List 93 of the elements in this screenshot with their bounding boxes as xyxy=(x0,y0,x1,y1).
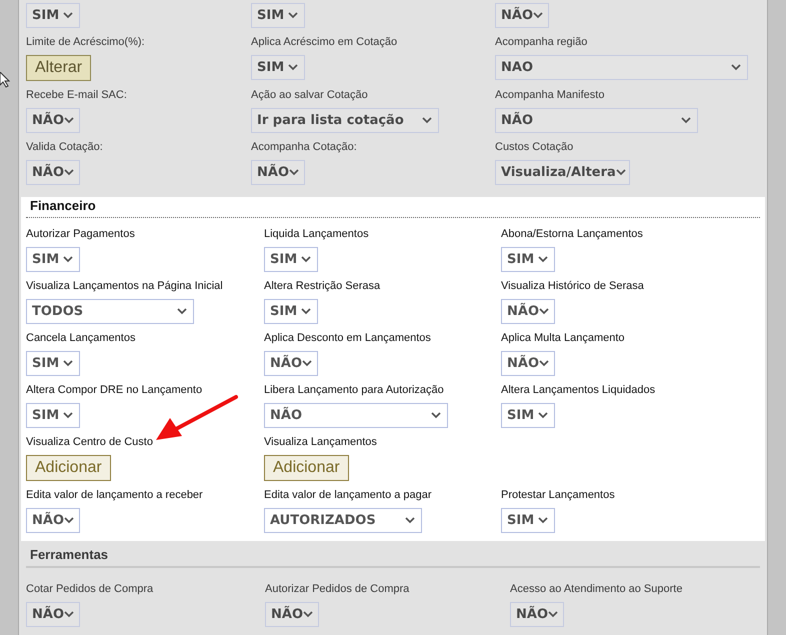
field-label: Aplica Desconto em Lançamentos xyxy=(264,331,431,346)
field-label: Autorizar Pedidos de Compra xyxy=(265,582,410,597)
dropdown[interactable]: SIM xyxy=(26,403,80,428)
field-label: Acesso ao Atendimento ao Suporte xyxy=(510,582,682,597)
field-label: Aplica Multa Lançamento xyxy=(501,331,625,346)
dropdown[interactable]: NÃO xyxy=(501,351,555,376)
chevron-icon xyxy=(289,169,299,176)
dropdown[interactable]: SIM xyxy=(501,403,555,428)
chevron-icon xyxy=(301,308,311,315)
field-label: Liquida Lançamentos xyxy=(264,227,369,242)
chevron-icon xyxy=(177,308,187,315)
chevron-icon xyxy=(431,412,441,419)
field-label: Limite de Acréscimo(%): xyxy=(26,35,145,50)
field-label: Cancela Lançamentos xyxy=(26,331,136,346)
field-label: Visualiza Histórico de Serasa xyxy=(501,279,644,294)
dropdown[interactable]: NÃO xyxy=(510,602,564,627)
chevron-icon xyxy=(63,412,73,419)
dropdown[interactable]: SIM xyxy=(251,55,305,80)
dropdown[interactable]: NÃO xyxy=(26,108,80,133)
field-label: Cotar Pedidos de Compra xyxy=(26,582,154,597)
dropdown[interactable]: SIM xyxy=(251,3,305,28)
dropdown[interactable]: SIM xyxy=(264,247,318,272)
field-label: Edita valor de lançamento a pagar xyxy=(264,488,432,503)
dropdown[interactable]: NÃO xyxy=(501,299,555,324)
field-label: Abona/Estorna Lançamentos xyxy=(501,227,643,242)
field-label: Altera Compor DRE no Lançamento xyxy=(26,383,202,398)
section-title: Financeiro xyxy=(26,198,760,218)
field-label: Edita valor de lançamento a receber xyxy=(26,488,203,503)
chevron-icon xyxy=(422,117,432,124)
dropdown[interactable]: SIM xyxy=(26,351,80,376)
chevron-icon xyxy=(302,360,312,367)
dropdown[interactable]: Visualiza/Altera xyxy=(495,160,630,185)
field-label: Recebe E-mail SAC: xyxy=(26,88,127,103)
chevron-icon xyxy=(63,256,73,263)
dropdown[interactable]: TODOS xyxy=(26,299,194,324)
add-button[interactable]: Adicionar xyxy=(26,455,111,481)
chevron-icon xyxy=(681,117,691,124)
dropdown[interactable]: NÃO xyxy=(26,602,80,627)
dropdown[interactable]: NÃO xyxy=(251,160,305,185)
chevron-icon xyxy=(616,169,626,176)
chevron-icon xyxy=(301,256,311,263)
dropdown[interactable]: Ir para lista cotação xyxy=(251,108,439,133)
dropdown[interactable]: NÃO xyxy=(264,403,448,428)
field-label: Protestar Lançamentos xyxy=(501,488,615,503)
field-label: Custos Cotação xyxy=(495,140,574,155)
field-label: Ação ao salvar Cotação xyxy=(251,88,368,103)
field-label: Visualiza Centro de Custo xyxy=(26,435,153,450)
chevron-icon xyxy=(288,64,298,71)
chevron-icon xyxy=(63,360,73,367)
dropdown[interactable]: AUTORIZADOS xyxy=(264,508,422,533)
chevron-icon xyxy=(538,412,548,419)
chevron-icon xyxy=(538,256,548,263)
dropdown[interactable]: NÃO xyxy=(264,351,318,376)
chevron-icon xyxy=(548,611,558,618)
field-label: Acompanha região xyxy=(495,35,588,50)
section-title: Ferramentas xyxy=(26,547,760,568)
add-button[interactable]: Alterar xyxy=(26,55,92,81)
dropdown[interactable]: SIM xyxy=(501,247,555,272)
dropdown[interactable]: SIM xyxy=(26,247,80,272)
chevron-icon xyxy=(64,169,74,176)
field-label: Altera Restrição Serasa xyxy=(264,279,380,294)
field-label: Aplica Acréscimo em Cotação xyxy=(251,35,398,50)
chevron-icon xyxy=(538,517,548,524)
chevron-icon xyxy=(288,12,298,19)
field-label: Acompanha Cotação: xyxy=(251,140,357,155)
add-button[interactable]: Adicionar xyxy=(264,455,349,481)
chevron-icon xyxy=(64,611,74,618)
chevron-icon xyxy=(64,117,74,124)
dropdown[interactable]: SIM xyxy=(264,299,318,324)
dropdown[interactable]: NÃO xyxy=(26,160,80,185)
chevron-icon xyxy=(63,12,73,19)
chevron-icon xyxy=(539,308,549,315)
chevron-icon xyxy=(731,64,741,71)
field-label: Visualiza Lançamentos xyxy=(264,435,377,450)
field-label: Libera Lançamento para Autorização xyxy=(264,383,444,398)
dropdown[interactable]: SIM xyxy=(501,508,555,533)
chevron-icon xyxy=(405,517,415,524)
chevron-icon xyxy=(539,360,549,367)
chevron-icon xyxy=(64,517,74,524)
pointer-cursor-icon xyxy=(0,72,10,88)
chevron-icon xyxy=(303,611,313,618)
field-label: Valida Cotação: xyxy=(26,140,103,155)
dropdown[interactable]: NÃO xyxy=(26,508,80,533)
dropdown[interactable]: SIM xyxy=(26,3,80,28)
field-label: Altera Lançamentos Liquidados xyxy=(501,383,656,398)
dropdown[interactable]: NÃO xyxy=(495,108,698,133)
field-label: Visualiza Lançamentos na Página Inicial xyxy=(26,279,223,294)
field-label: Acompanha Manifesto xyxy=(495,88,604,103)
dropdown[interactable]: NAO xyxy=(495,55,748,80)
dropdown[interactable]: NÃO xyxy=(495,3,549,28)
field-label: Autorizar Pagamentos xyxy=(26,227,135,242)
chevron-icon xyxy=(533,12,543,19)
dropdown[interactable]: NÃO xyxy=(265,602,319,627)
